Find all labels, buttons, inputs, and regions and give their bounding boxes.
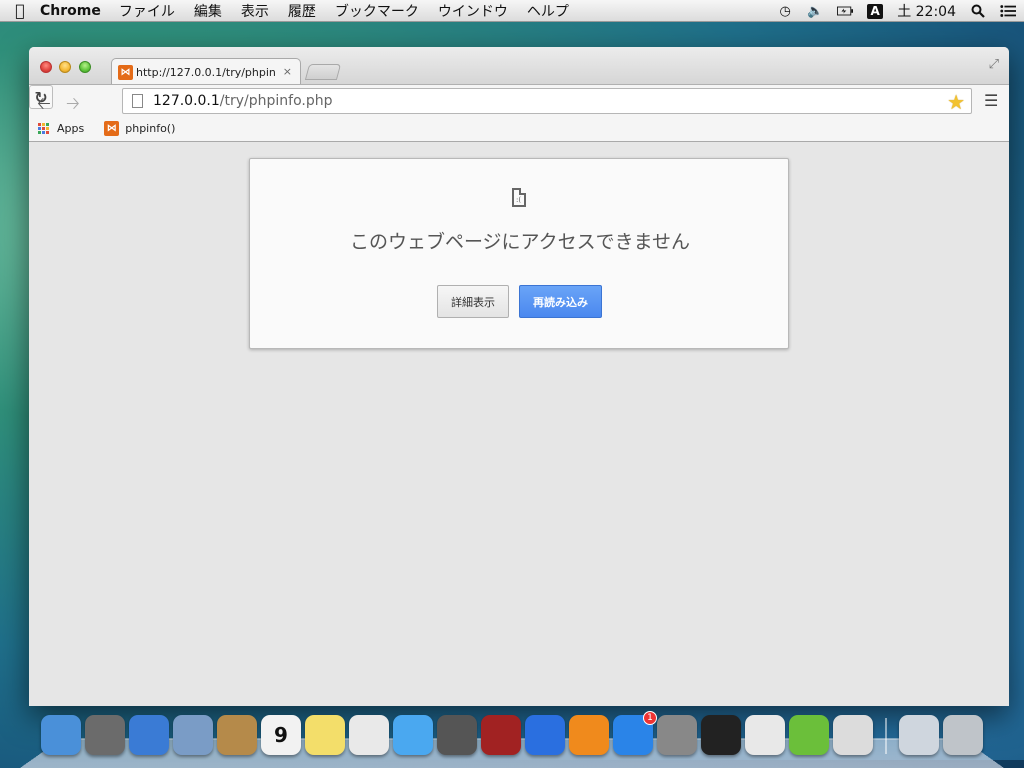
menu-help[interactable]: ヘルプ <box>527 1 569 21</box>
settings-gear-icon[interactable] <box>833 715 873 755</box>
launchpad-icon[interactable] <box>85 715 125 755</box>
apps-grid-icon <box>38 122 50 135</box>
reload-button[interactable]: 再読み込み <box>519 285 602 318</box>
terminal-icon[interactable] <box>701 715 741 755</box>
menu-bookmarks[interactable]: ブックマーク <box>335 1 419 21</box>
notification-badge: 1 <box>643 711 657 725</box>
photo-booth-icon[interactable] <box>481 715 521 755</box>
minimize-window-button[interactable] <box>59 61 71 73</box>
xampp-favicon: ⋈ <box>118 64 133 80</box>
contacts-icon[interactable] <box>217 715 257 755</box>
chrome-icon[interactable] <box>745 715 785 755</box>
browser-toolbar: 🡠 🡢 ↻ 127.0.0.1/try/phpinfo.php ★ ☰ <box>29 84 1009 116</box>
input-source-icon[interactable]: A <box>867 3 884 19</box>
notification-center-icon[interactable] <box>1000 4 1016 18</box>
dock: 91 <box>41 711 983 759</box>
menu-view[interactable]: 表示 <box>241 1 269 21</box>
system-preferences-icon[interactable] <box>657 715 697 755</box>
fullscreen-icon[interactable]: ⤢ <box>989 57 999 72</box>
xampp-favicon: ⋈ <box>104 121 120 136</box>
error-panel: :( このウェブページにアクセスできません 詳細表示 再読み込み <box>249 158 789 349</box>
itunes-icon[interactable] <box>525 715 565 755</box>
bookmark-phpinfo[interactable]: ⋈ phpinfo() <box>104 121 175 136</box>
close-window-button[interactable] <box>40 61 52 73</box>
sad-page-icon: :( <box>512 188 526 207</box>
menu-file[interactable]: ファイル <box>119 1 175 21</box>
clock[interactable]: 土 22:04 <box>897 1 956 21</box>
title-bar[interactable]: ⋈ http://127.0.0.1/try/phpinfo.php × ⤢ <box>29 47 1009 85</box>
browser-window: ⋈ http://127.0.0.1/try/phpinfo.php × ⤢ 🡠… <box>29 47 1009 706</box>
bookmark-apps[interactable]: Apps <box>29 122 84 135</box>
bookmark-phpinfo-label: phpinfo() <box>125 122 176 135</box>
spotlight-icon[interactable] <box>970 4 986 18</box>
facetime-icon[interactable] <box>437 715 477 755</box>
bookmarks-bar: Apps ⋈ phpinfo() <box>29 116 1009 142</box>
details-button[interactable]: 詳細表示 <box>437 285 509 318</box>
volume-icon[interactable]: 🔈 <box>807 4 823 19</box>
bookmark-apps-label: Apps <box>57 122 85 135</box>
menu-bar:  Chrome ファイル 編集 表示 履歴 ブックマーク ウインドウ ヘルプ … <box>0 0 1024 22</box>
reminders-icon[interactable] <box>349 715 389 755</box>
error-title: このウェブページにアクセスできません <box>349 231 691 253</box>
apple-menu-icon[interactable]:  <box>0 1 40 20</box>
tab-phpinfo[interactable]: ⋈ http://127.0.0.1/try/phpinfo.php × <box>111 58 301 85</box>
dock-separator <box>885 718 887 754</box>
notes-icon[interactable] <box>305 715 345 755</box>
url-host: 127.0.0.1 <box>153 93 220 109</box>
calendar-date: 9 <box>274 723 288 747</box>
tab-title: http://127.0.0.1/try/phpinfo.php <box>136 65 276 79</box>
status-area: ◷ 🔈 A 土 22:04 <box>777 0 1016 22</box>
calendar-icon[interactable]: 9 <box>261 715 301 755</box>
coda-icon[interactable] <box>789 715 829 755</box>
menu-window[interactable]: ウインドウ <box>438 1 508 21</box>
menu-history[interactable]: 履歴 <box>288 1 316 21</box>
messages-icon[interactable] <box>393 715 433 755</box>
finder-icon[interactable] <box>41 715 81 755</box>
url-path: /try/phpinfo.php <box>219 93 333 109</box>
page-icon <box>132 94 143 108</box>
mail-icon[interactable] <box>173 715 213 755</box>
ibooks-icon[interactable] <box>569 715 609 755</box>
chrome-menu-icon[interactable]: ☰ <box>984 91 998 110</box>
app-menu-chrome[interactable]: Chrome <box>40 3 101 19</box>
page-content: :( このウェブページにアクセスできません 詳細表示 再読み込み <box>29 143 1009 706</box>
tab-close-icon[interactable]: × <box>283 65 292 78</box>
menu-edit[interactable]: 編集 <box>194 1 222 21</box>
folder-stack-icon[interactable] <box>899 715 939 755</box>
zoom-window-button[interactable] <box>79 61 91 73</box>
new-tab-button[interactable] <box>304 64 342 80</box>
battery-icon[interactable] <box>837 4 854 18</box>
time-machine-icon[interactable]: ◷ <box>777 4 793 19</box>
address-bar[interactable]: 127.0.0.1/try/phpinfo.php ★ <box>122 88 972 114</box>
safari-icon[interactable] <box>129 715 169 755</box>
app-store-icon[interactable]: 1 <box>613 711 657 755</box>
bookmark-star-icon[interactable]: ★ <box>947 90 965 114</box>
trash-icon[interactable] <box>943 715 983 755</box>
